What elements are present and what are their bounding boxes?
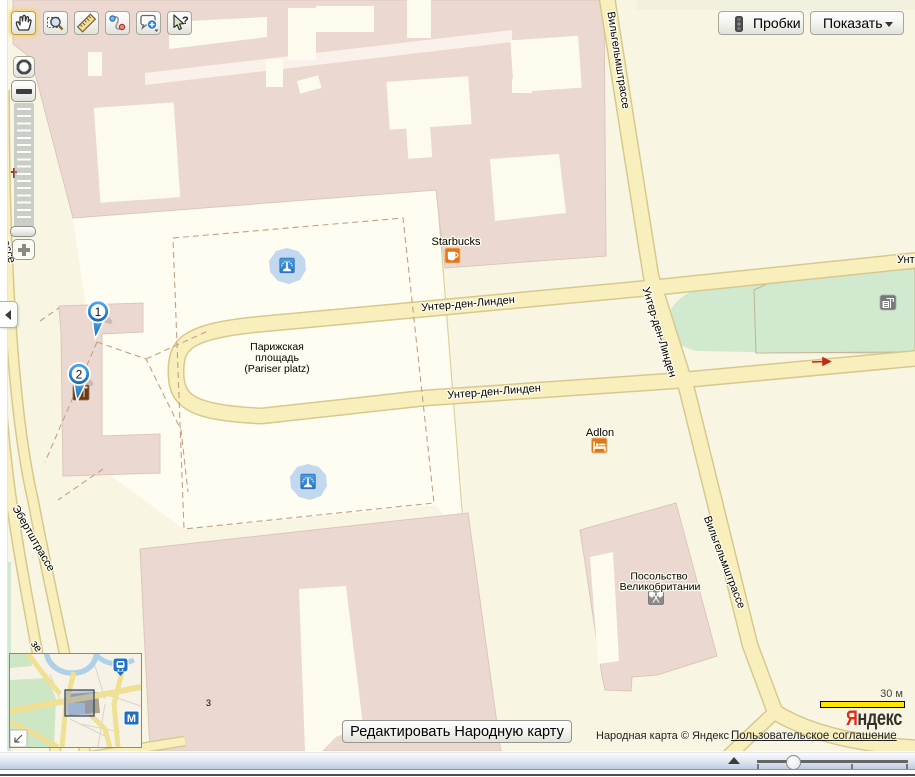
svg-text:Starbucks: Starbucks [432,236,481,248]
svg-text:Adlon: Adlon [586,427,614,439]
svg-text:2: 2 [76,368,83,382]
svg-text:Унтер-ден-Линден: Унтер-ден-Линден [897,254,915,266]
svg-text:1: 1 [95,305,102,319]
svg-text:M: M [127,713,136,725]
svg-text:(Pariser platz): (Pariser platz) [244,363,309,375]
svg-text:3: 3 [206,698,211,708]
svg-text:Великобритании: Великобритании [620,581,701,593]
svg-text:?: ? [182,15,189,27]
